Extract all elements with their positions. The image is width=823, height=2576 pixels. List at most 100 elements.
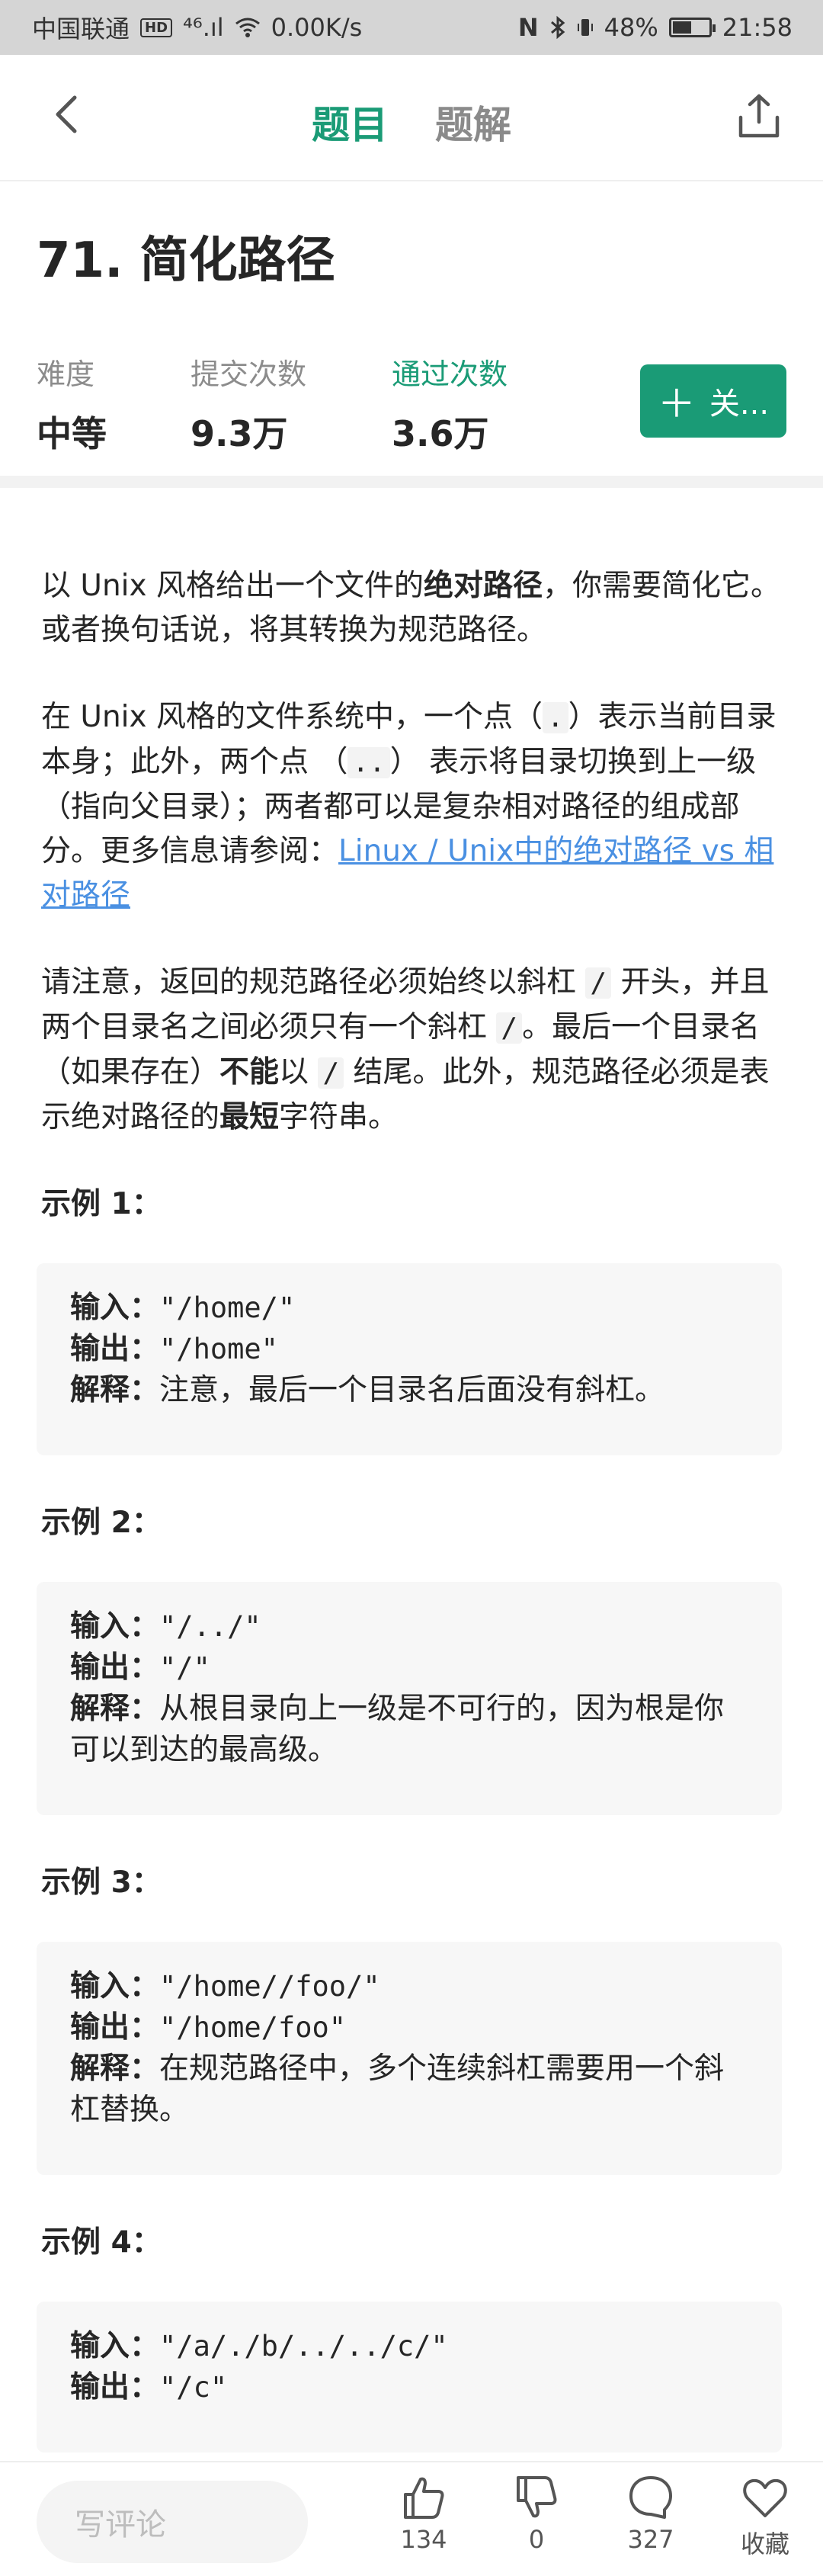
status-bar-left: 中国联通 HD ⁴⁶.ıl 0.00K/s xyxy=(32,10,362,45)
input-value: "/a/./b/../../c/" xyxy=(159,2330,448,2363)
follow-button[interactable]: ＋ 关... xyxy=(640,364,786,438)
example-1-title: 示例 1： xyxy=(41,1187,162,1221)
section-divider xyxy=(0,476,823,488)
output-value: "/home" xyxy=(159,1333,278,1365)
text-segment: 以 Unix 风格给出一个文件的 xyxy=(41,569,424,603)
favorite-button[interactable]: 收藏 xyxy=(727,2473,803,2560)
difficulty-label: 难度 xyxy=(37,358,95,391)
heart-icon xyxy=(743,2478,787,2517)
wifi-icon xyxy=(235,18,260,37)
stat-difficulty: 难度 中等 xyxy=(37,351,191,457)
comment-input[interactable]: 写评论 xyxy=(37,2481,308,2563)
explanation-text: 注意，最后一个目录名后面没有斜杠。 xyxy=(159,1373,665,1407)
carrier-name: 中国联通 xyxy=(32,14,130,43)
submissions-value: 9.3万 xyxy=(191,413,288,454)
output-value: "/home/foo" xyxy=(159,2011,347,2044)
input-label: 输入： xyxy=(70,1969,160,2003)
input-value: "/home/" xyxy=(159,1291,296,1324)
input-label: 输入： xyxy=(70,1609,160,1644)
example-explanation: 解释：在规范路径中，多个连续斜杠需要用一个斜杠替换。 xyxy=(70,2048,747,2131)
status-bar-right: N 48% 21:58 xyxy=(518,13,793,42)
example-2-box: 输入："/../" 输出："/" 解释：从根目录向上一级是不可行的，因为根是你可… xyxy=(37,1582,782,1815)
example-2-title: 示例 2： xyxy=(41,1506,162,1540)
battery-percent: 48% xyxy=(604,13,658,42)
output-label: 输出： xyxy=(70,1332,160,1366)
signal-icon: ⁴⁶.ıl xyxy=(183,13,224,42)
favorite-label: 收藏 xyxy=(740,2529,789,2558)
text-segment: 在 Unix 风格的文件系统中，一个点（ xyxy=(41,700,543,734)
output-label: 输出： xyxy=(70,2370,160,2404)
example-input: 输入："/home/" xyxy=(70,1288,747,1329)
comments-button[interactable]: 327 xyxy=(613,2473,689,2554)
network-speed: 0.00K/s xyxy=(271,13,363,42)
text-segment: 字符串。 xyxy=(279,1100,399,1134)
example-explanation: 解释：从根目录向上一级是不可行的，因为根是你可以到达的最高级。 xyxy=(70,1689,747,1771)
inline-code: / xyxy=(585,967,612,999)
input-label: 输入： xyxy=(70,2329,160,2363)
explanation-label: 解释： xyxy=(70,1373,160,1407)
example-3-box: 输入："/home//foo/" 输出："/home/foo" 解释：在规范路径… xyxy=(37,1942,782,2175)
text-segment: 请注意，返回的规范路径必须始终以斜杠 xyxy=(41,965,586,999)
output-label: 输出： xyxy=(70,2010,160,2045)
tab-problem[interactable]: 题目 xyxy=(312,95,388,149)
output-value: "/" xyxy=(159,1651,210,1684)
tab-solution[interactable]: 题解 xyxy=(435,95,511,149)
hd-badge: HD xyxy=(140,18,173,37)
problem-description: 以 Unix 风格给出一个文件的绝对路径，你需要简化它。或者换句话说，将其转换为… xyxy=(37,564,782,2498)
output-label: 输出： xyxy=(70,1651,160,1685)
example-3-title: 示例 3： xyxy=(41,1865,162,1900)
dislike-button[interactable]: 0 xyxy=(498,2473,575,2554)
problem-stats: 难度 中等 提交次数 9.3万 通过次数 3.6万 xyxy=(37,351,544,457)
bold-text: 最短 xyxy=(219,1100,280,1134)
top-nav-bar: 题目 题解 xyxy=(0,55,823,181)
input-value: "/../" xyxy=(159,1610,261,1643)
explanation-label: 解释： xyxy=(70,2051,160,2086)
like-button[interactable]: 134 xyxy=(386,2473,462,2554)
explanation-text: 在规范路径中，多个连续斜杠需要用一个斜杠替换。 xyxy=(70,2051,725,2127)
bold-text: 绝对路径 xyxy=(423,569,543,603)
clock: 21:58 xyxy=(722,13,793,42)
inline-code: / xyxy=(318,1057,344,1089)
example-input: 输入："/../" xyxy=(70,1606,747,1647)
status-bar: 中国联通 HD ⁴⁶.ıl 0.00K/s N 48% 21:58 xyxy=(0,0,823,55)
difficulty-value: 中等 xyxy=(37,413,107,454)
comment-bubble-icon xyxy=(629,2476,672,2519)
example-4-title: 示例 4： xyxy=(41,2225,162,2260)
nfc-icon: N xyxy=(517,13,539,42)
submissions-label: 提交次数 xyxy=(191,358,307,391)
example-1-box: 输入："/home/" 输出："/home" 解释：注意，最后一个目录名后面没有… xyxy=(37,1263,782,1455)
thumbs-up-icon xyxy=(404,2477,444,2519)
example-output: 输出："/" xyxy=(70,1647,747,1689)
bluetooth-icon xyxy=(550,15,565,40)
example-input: 输入："/a/./b/../../c/" xyxy=(70,2326,747,2367)
share-icon[interactable] xyxy=(735,91,783,140)
output-value: "/c" xyxy=(159,2371,228,2404)
comment-count: 327 xyxy=(627,2525,674,2554)
battery-icon xyxy=(668,18,716,37)
example-output: 输出："/home/foo" xyxy=(70,2007,747,2048)
bottom-action-bar: 写评论 134 0 327 收藏 xyxy=(0,2461,823,2576)
inline-code: .. xyxy=(347,747,390,778)
example-output: 输出："/c" xyxy=(70,2367,747,2408)
inline-code: . xyxy=(542,702,568,733)
vibrate-icon xyxy=(577,19,593,36)
follow-label: 关... xyxy=(709,387,770,422)
explanation-label: 解释： xyxy=(70,1692,160,1726)
input-label: 输入： xyxy=(70,1291,160,1325)
description-paragraph-1: 以 Unix 风格给出一个文件的绝对路径，你需要简化它。或者换句话说，将其转换为… xyxy=(41,564,782,653)
thumbs-down-icon xyxy=(517,2476,557,2518)
explanation-text: 从根目录向上一级是不可行的，因为根是你可以到达的最高级。 xyxy=(70,1692,725,1767)
dislike-count: 0 xyxy=(528,2525,545,2554)
tab-bar: 题目 题解 xyxy=(0,95,823,149)
example-4-box: 输入："/a/./b/../../c/" 输出："/c" xyxy=(37,2302,782,2452)
like-count: 134 xyxy=(400,2525,447,2554)
example-output: 输出："/home" xyxy=(70,1329,747,1370)
description-paragraph-2: 在 Unix 风格的文件系统中，一个点（. ）表示当前目录本身；此外，两个点 （.… xyxy=(41,695,782,918)
input-value: "/home//foo/" xyxy=(159,1970,380,2003)
example-input: 输入："/home//foo/" xyxy=(70,1966,747,2007)
accepted-label[interactable]: 通过次数 xyxy=(392,351,544,393)
plus-icon: ＋ xyxy=(657,382,696,426)
problem-title: 71. 简化路径 xyxy=(37,233,335,289)
stat-accepted[interactable]: 通过次数 3.6万 xyxy=(392,351,544,457)
example-explanation: 解释：注意，最后一个目录名后面没有斜杠。 xyxy=(70,1370,747,1411)
